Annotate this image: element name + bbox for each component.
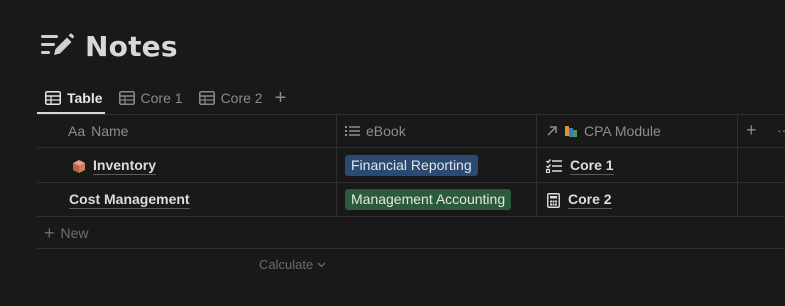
relation-arrow-icon: [547, 125, 557, 136]
module-label: Core 1: [570, 157, 614, 175]
calculate-label: Calculate: [259, 257, 314, 272]
chevron-down-icon: [317, 262, 326, 267]
column-header-ebook[interactable]: eBook: [345, 114, 406, 147]
notes-edit-icon: [41, 33, 74, 55]
tab-label: Table: [67, 90, 103, 106]
divider: [37, 248, 785, 249]
tab-core-1[interactable]: Core 1: [111, 84, 191, 112]
column-header-name[interactable]: Aa Name: [68, 114, 128, 147]
table-icon: [198, 91, 215, 105]
table-icon: [118, 91, 135, 105]
add-property-button[interactable]: +: [746, 121, 757, 139]
column-label: Name: [91, 122, 129, 139]
list-icon: [345, 125, 360, 136]
new-row-button[interactable]: + New: [44, 224, 89, 242]
tab-label: Core 1: [140, 90, 183, 106]
tab-label: Core 2: [220, 90, 263, 106]
tab-table[interactable]: Table: [37, 84, 111, 112]
row-title: Cost Management: [69, 191, 190, 209]
box-icon: [73, 159, 85, 173]
calculator-icon: [547, 192, 560, 208]
tab-core-2[interactable]: Core 2: [191, 84, 271, 112]
calculate-button[interactable]: Calculate: [259, 257, 326, 272]
divider: [737, 114, 738, 216]
column-label: eBook: [366, 122, 406, 139]
cpa-module-link[interactable]: Core 2: [547, 191, 612, 209]
column-label: CPA Module: [584, 122, 661, 139]
page-header: Notes: [40, 28, 178, 64]
text-type-icon: Aa: [68, 122, 86, 139]
new-label: New: [60, 225, 89, 241]
divider: [37, 216, 785, 217]
divider: [336, 114, 337, 216]
table-row-name[interactable]: Inventory: [72, 157, 157, 175]
cpa-module-link[interactable]: Core 1: [546, 157, 614, 175]
table-icon: [45, 91, 61, 105]
more-options-icon[interactable]: ··: [777, 122, 785, 138]
row-title: Inventory: [93, 157, 157, 175]
checklist-icon: [546, 159, 562, 173]
module-label: Core 2: [568, 191, 612, 209]
table-row-name[interactable]: Cost Management: [69, 191, 190, 209]
column-header-cpa-module[interactable]: CPA Module: [546, 114, 661, 147]
ebook-tag[interactable]: Management Accounting: [345, 189, 512, 210]
divider: [37, 147, 785, 148]
view-tabs: Table Core 1 Core 2 +: [37, 82, 286, 114]
divider: [37, 114, 785, 115]
divider: [536, 114, 537, 216]
plus-icon: +: [44, 223, 55, 243]
divider: [37, 182, 785, 183]
page-title: Notes: [85, 29, 178, 63]
ebook-tag[interactable]: Financial Reporting: [345, 155, 478, 176]
add-view-button[interactable]: +: [275, 88, 287, 108]
books-icon: [565, 125, 577, 137]
